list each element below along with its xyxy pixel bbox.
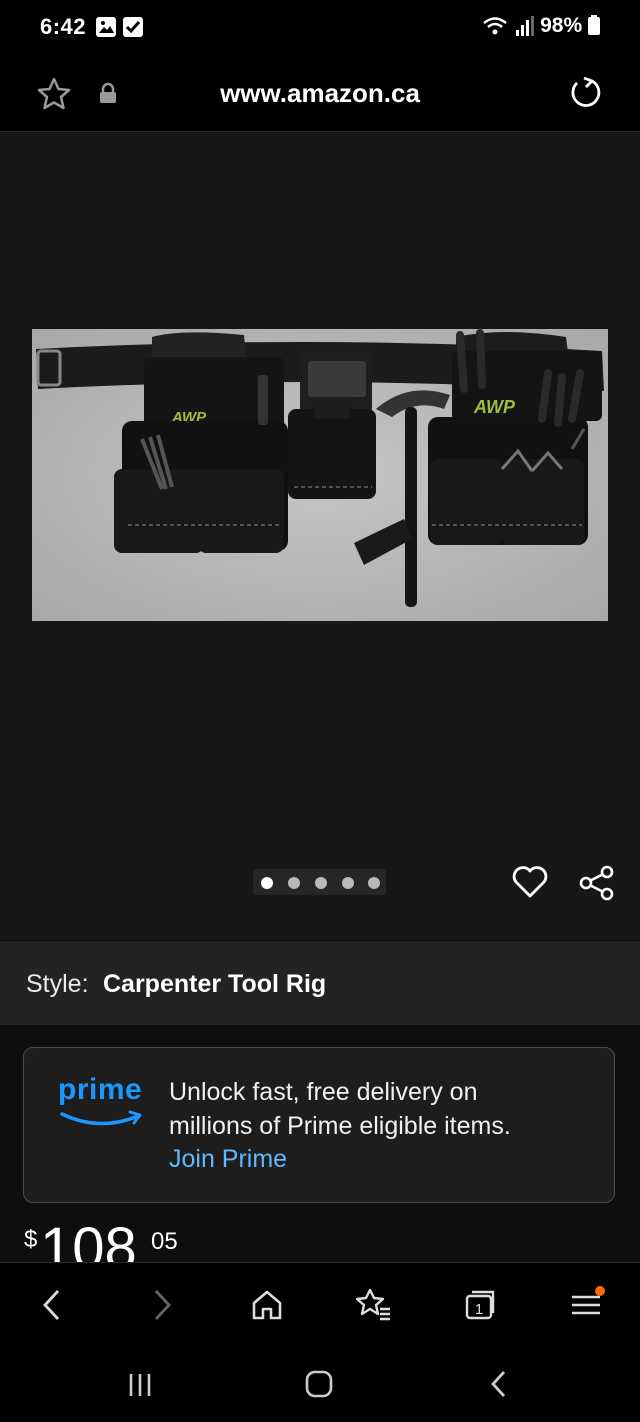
forward-arrow-icon (154, 1290, 171, 1320)
prime-smile-icon (60, 1110, 142, 1126)
battery-text: 98% (540, 14, 583, 37)
pagination-dot[interactable] (368, 877, 380, 889)
product-image[interactable]: AWP AWP (32, 329, 608, 621)
share-icon[interactable] (578, 864, 616, 902)
checkbox-notification-icon (123, 17, 143, 37)
pagination-dot[interactable] (315, 877, 327, 889)
home-icon (252, 1290, 282, 1320)
battery-percent: 98% (540, 14, 600, 38)
prime-message-line2: millions of Prime eligible items. (169, 1112, 511, 1140)
status-bar: 6:42 98% (0, 0, 640, 56)
home-button[interactable] (227, 1263, 307, 1347)
price: $ 108 05 (0, 1206, 640, 1263)
price-whole: 108 (40, 1216, 137, 1263)
back-arrow-icon (43, 1290, 60, 1320)
prime-message-line1: Unlock fast, free delivery on (169, 1078, 478, 1106)
heart-icon[interactable] (511, 864, 549, 900)
tabs-button[interactable]: 1 (440, 1263, 520, 1347)
browser-bottom-toolbar: 1 (0, 1262, 640, 1347)
price-currency: $ (24, 1226, 38, 1253)
tool-belt-illustration: AWP AWP (32, 329, 608, 621)
battery-icon (588, 15, 600, 35)
tabs-icon: 1 (465, 1290, 495, 1320)
price-fraction: 05 (151, 1228, 178, 1255)
image-pagination-dots[interactable] (253, 869, 386, 895)
pagination-dot-active[interactable] (261, 877, 273, 889)
bookmarks-button[interactable] (334, 1263, 414, 1347)
reload-icon[interactable] (568, 74, 604, 110)
forward-button[interactable] (122, 1263, 202, 1347)
status-time: 6:42 (40, 14, 87, 39)
home-nav-icon[interactable] (303, 1368, 335, 1400)
wifi-signal-icon (483, 16, 534, 36)
bookmarks-star-list-icon (356, 1288, 390, 1321)
pagination-dot[interactable] (288, 877, 300, 889)
join-prime-link[interactable]: Join Prime (169, 1145, 287, 1174)
menu-hamburger-icon (572, 1286, 605, 1315)
style-label: Style: (26, 970, 89, 998)
system-navigation-bar (0, 1346, 640, 1422)
gallery-notification-icon (96, 17, 116, 37)
pagination-dot[interactable] (342, 877, 354, 889)
style-value: Carpenter Tool Rig (103, 970, 327, 998)
menu-button[interactable] (546, 1263, 626, 1347)
url-text[interactable]: www.amazon.ca (0, 78, 640, 109)
svg-text:AWP: AWP (473, 397, 516, 417)
notification-dot (595, 1286, 605, 1296)
back-nav-icon[interactable] (486, 1368, 512, 1400)
recent-apps-icon[interactable] (126, 1370, 156, 1400)
tabs-count: 1 (475, 1301, 483, 1318)
prime-logo: prime (58, 1073, 143, 1106)
back-button[interactable] (12, 1263, 92, 1347)
